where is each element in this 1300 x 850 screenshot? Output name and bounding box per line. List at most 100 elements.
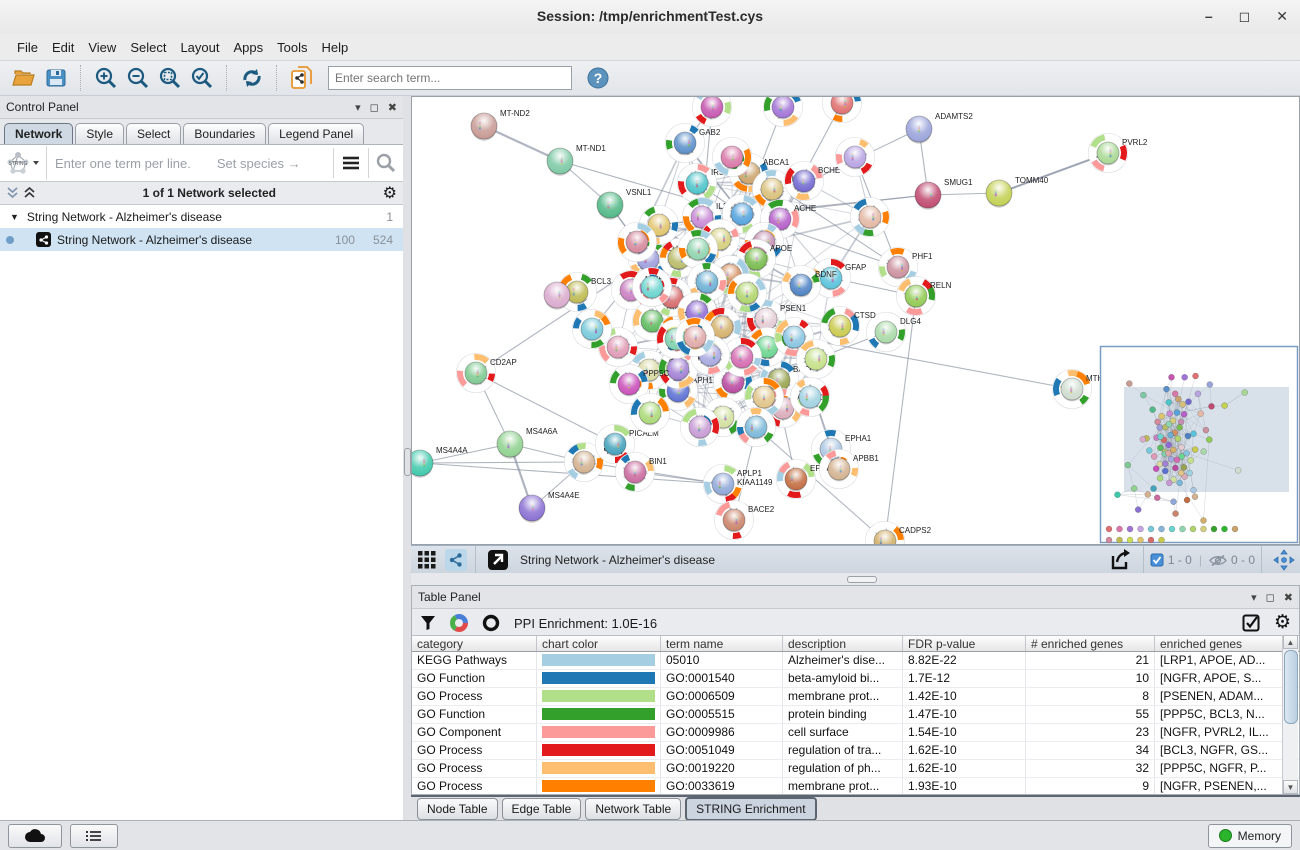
- network-node[interactable]: BIN1: [616, 453, 668, 492]
- tab-boundaries[interactable]: Boundaries: [183, 123, 266, 144]
- task-history-icon[interactable]: [70, 824, 118, 848]
- scroll-up-arrow[interactable]: ▲: [1283, 635, 1298, 649]
- menu-tools[interactable]: Tools: [270, 37, 314, 58]
- network-node[interactable]: MT-ND1: [547, 144, 606, 176]
- network-tree-root[interactable]: ▼ String Network - Alzheimer's disease 1: [0, 205, 403, 228]
- network-share-view-icon[interactable]: [445, 549, 467, 571]
- maximize-button[interactable]: ◻: [1239, 6, 1251, 26]
- grid-view-icon[interactable]: [413, 547, 441, 573]
- network-node[interactable]: PVRL2: [1089, 134, 1148, 173]
- network-node[interactable]: CADPS2: [866, 522, 932, 545]
- network-canvas[interactable]: MT-ND2MT-ND1VSNL1GAB2IRS1ABCA1CHATBCHEIL…: [412, 97, 1299, 544]
- network-view[interactable]: MT-ND2MT-ND1VSNL1GAB2IRS1ABCA1CHATBCHEIL…: [411, 96, 1300, 545]
- network-node[interactable]: APBB1: [820, 450, 880, 489]
- panel-divider[interactable]: [403, 96, 411, 820]
- network-node[interactable]: [713, 138, 752, 177]
- network-node[interactable]: MT-ND2: [471, 109, 530, 141]
- tab-style[interactable]: Style: [75, 123, 124, 144]
- network-node[interactable]: [618, 223, 657, 262]
- network-node[interactable]: [631, 394, 670, 433]
- network-node[interactable]: BACE2: [715, 501, 775, 540]
- export-network-icon[interactable]: [1107, 547, 1135, 573]
- network-node[interactable]: [544, 282, 570, 310]
- column-header-3[interactable]: description: [783, 636, 903, 651]
- string-options-icon[interactable]: [333, 148, 368, 178]
- network-node[interactable]: MS4A4E: [519, 491, 580, 523]
- menu-layout[interactable]: Layout: [173, 37, 226, 58]
- close-button[interactable]: ✕: [1276, 6, 1288, 26]
- column-header-4[interactable]: FDR p-value: [903, 636, 1026, 651]
- help-icon[interactable]: ?: [584, 65, 612, 91]
- table-row[interactable]: GO FunctionGO:0005515protein binding1.47…: [412, 706, 1299, 724]
- column-header-2[interactable]: term name: [661, 636, 783, 651]
- pan-navigate-icon[interactable]: [1270, 547, 1298, 573]
- table-panel-float-icon[interactable]: ◻: [1266, 591, 1275, 604]
- network-node[interactable]: [728, 274, 767, 313]
- menu-view[interactable]: View: [81, 37, 123, 58]
- network-node[interactable]: TOMM40: [986, 176, 1049, 208]
- network-tree-item[interactable]: String Network - Alzheimer's disease 100…: [0, 228, 403, 251]
- string-term-input[interactable]: Enter one term per line.: [55, 156, 191, 171]
- panel-close-icon[interactable]: ✖: [388, 101, 397, 114]
- tab-legend-panel[interactable]: Legend Panel: [268, 123, 364, 144]
- network-node[interactable]: [836, 138, 875, 177]
- scroll-down-arrow[interactable]: ▼: [1283, 780, 1298, 794]
- filter-icon[interactable]: [420, 615, 436, 631]
- table-scrollbar[interactable]: ▲ ▼: [1282, 635, 1298, 794]
- network-node[interactable]: RELN: [897, 277, 952, 316]
- network-node[interactable]: [791, 378, 830, 417]
- tree-expand-icon[interactable]: ▼: [10, 212, 19, 222]
- clone-network-icon[interactable]: [288, 65, 316, 91]
- network-node[interactable]: [797, 340, 836, 379]
- network-node[interactable]: [676, 318, 715, 357]
- network-node[interactable]: MS4A4A: [412, 446, 468, 478]
- network-node[interactable]: [737, 408, 776, 447]
- ring-chart-icon[interactable]: [482, 614, 500, 632]
- minimize-button[interactable]: –: [1205, 6, 1213, 26]
- network-node[interactable]: [823, 97, 862, 123]
- table-row[interactable]: GO ComponentGO:0009986cell surface1.54E-…: [412, 724, 1299, 742]
- column-header-1[interactable]: chart color: [537, 636, 661, 651]
- network-node[interactable]: APLP1KIAA1149: [704, 465, 773, 504]
- table-row[interactable]: GO ProcessGO:0051049regulation of tra...…: [412, 742, 1299, 760]
- column-header-5[interactable]: # enriched genes: [1026, 636, 1155, 651]
- network-node[interactable]: CD2AP: [457, 354, 517, 393]
- menu-help[interactable]: Help: [315, 37, 356, 58]
- tab-network[interactable]: Network: [4, 123, 73, 144]
- table-row[interactable]: KEGG Pathways05010Alzheimer's dise...8.8…: [412, 652, 1299, 670]
- panel-menu-icon[interactable]: ▾: [355, 101, 361, 114]
- network-node[interactable]: [764, 97, 803, 127]
- network-node[interactable]: BCHE: [785, 162, 841, 201]
- menu-apps[interactable]: Apps: [227, 37, 271, 58]
- menu-edit[interactable]: Edit: [45, 37, 81, 58]
- collapse-all-icon[interactable]: [6, 187, 19, 199]
- save-session-icon[interactable]: [42, 65, 70, 91]
- horizontal-splitter[interactable]: [411, 573, 1300, 585]
- network-node[interactable]: [681, 408, 720, 447]
- network-node[interactable]: [573, 310, 612, 349]
- network-node[interactable]: [633, 268, 672, 307]
- network-node[interactable]: [851, 198, 890, 237]
- scrollbar-thumb[interactable]: [1284, 650, 1298, 724]
- birdseye-toggle-icon[interactable]: [484, 547, 512, 573]
- table-settings-gear-icon[interactable]: ⚙: [1274, 615, 1291, 631]
- table-row[interactable]: GO FunctionGO:0001540beta-amyloid bi...1…: [412, 670, 1299, 688]
- tab-network-table[interactable]: Network Table: [585, 798, 681, 820]
- zoom-out-icon[interactable]: [124, 65, 152, 91]
- set-species-label[interactable]: Set species →: [217, 156, 301, 171]
- network-node[interactable]: [693, 97, 732, 127]
- open-session-icon[interactable]: [10, 65, 38, 91]
- table-panel-menu-icon[interactable]: ▾: [1251, 591, 1257, 604]
- table-row[interactable]: GO ProcessGO:0019220regulation of ph...1…: [412, 760, 1299, 778]
- network-node[interactable]: [775, 318, 814, 357]
- tab-edge-table[interactable]: Edge Table: [502, 798, 582, 820]
- select-columns-icon[interactable]: [1242, 614, 1260, 632]
- network-options-gear-icon[interactable]: ⚙: [383, 183, 397, 203]
- zoom-selected-icon[interactable]: [188, 65, 216, 91]
- table-row[interactable]: GO ProcessGO:0006509membrane prot...1.42…: [412, 688, 1299, 706]
- memory-button[interactable]: Memory: [1208, 824, 1292, 848]
- network-node[interactable]: ADAMTS2: [906, 112, 973, 144]
- string-search-icon[interactable]: [368, 148, 403, 178]
- search-input[interactable]: [328, 66, 572, 90]
- tab-node-table[interactable]: Node Table: [417, 798, 498, 820]
